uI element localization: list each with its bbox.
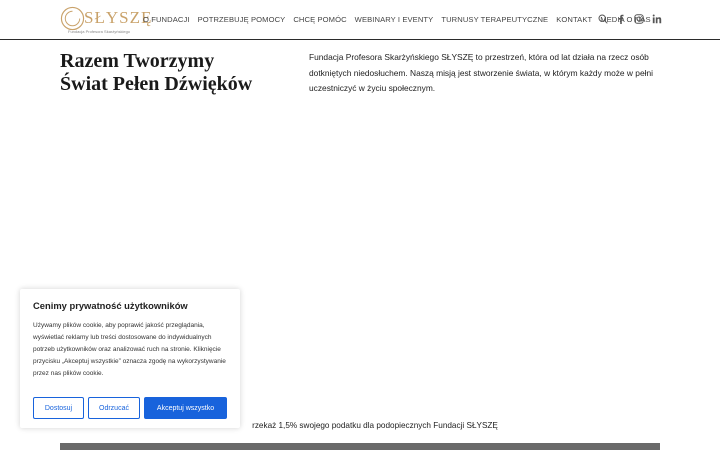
- nav-chce-pomoc[interactable]: CHCĘ POMÓC: [293, 15, 346, 24]
- site-logo[interactable]: SŁYSZĘ Fundacja Profesora Skarżyńskiego: [60, 5, 151, 35]
- cookie-reject-button[interactable]: Odrzucać: [88, 397, 140, 419]
- header-icons: [597, 13, 669, 25]
- cookie-title: Cenimy prywatność użytkowników: [33, 300, 188, 311]
- cookie-customize-button[interactable]: Dostosuj: [33, 397, 84, 419]
- hero-image-strip: [60, 443, 660, 450]
- logo-swirl-icon: [60, 6, 85, 31]
- hero-title-line1: Razem Tworzymy: [60, 50, 215, 72]
- site-header: SŁYSZĘ Fundacja Profesora Skarżyńskiego …: [0, 0, 720, 40]
- instagram-icon[interactable]: [633, 13, 645, 25]
- nav-turnusy-terapeutyczne[interactable]: TURNUSY TERAPEUTYCZNE: [441, 15, 548, 24]
- linkedin-icon[interactable]: [651, 13, 663, 25]
- facebook-icon[interactable]: [615, 13, 627, 25]
- nav-potrzebuje-pomocy[interactable]: POTRZEBUJĘ POMOCY: [198, 15, 286, 24]
- main-nav: O FUNDACJI POTRZEBUJĘ POMOCY CHCĘ POMÓC …: [143, 15, 659, 24]
- nav-webinary-i-eventy[interactable]: WEBINARY I EVENTY: [355, 15, 434, 24]
- nav-o-fundacji[interactable]: O FUNDACJI: [143, 15, 190, 24]
- hero-title: Razem Tworzymy Świat Pełen Dźwięków: [60, 50, 290, 96]
- cookie-consent-banner: Cenimy prywatność użytkowników Używamy p…: [20, 289, 240, 428]
- search-icon[interactable]: [597, 13, 609, 25]
- nav-kontakt[interactable]: KONTAKT: [556, 15, 592, 24]
- cookie-buttons: Dostosuj Odrzucać Akceptuj wszystko: [33, 397, 227, 419]
- hero-description: Fundacja Profesora Skarżyńskiego SŁYSZĘ …: [309, 52, 653, 93]
- cookie-accept-all-button[interactable]: Akceptuj wszystko: [144, 397, 227, 419]
- cookie-description: Używamy plików cookie, aby poprawić jako…: [33, 322, 226, 377]
- logo-subtitle: Fundacja Profesora Skarżyńskiego: [68, 29, 131, 34]
- hero-title-line2: Świat Pełen Dźwięków: [60, 73, 253, 95]
